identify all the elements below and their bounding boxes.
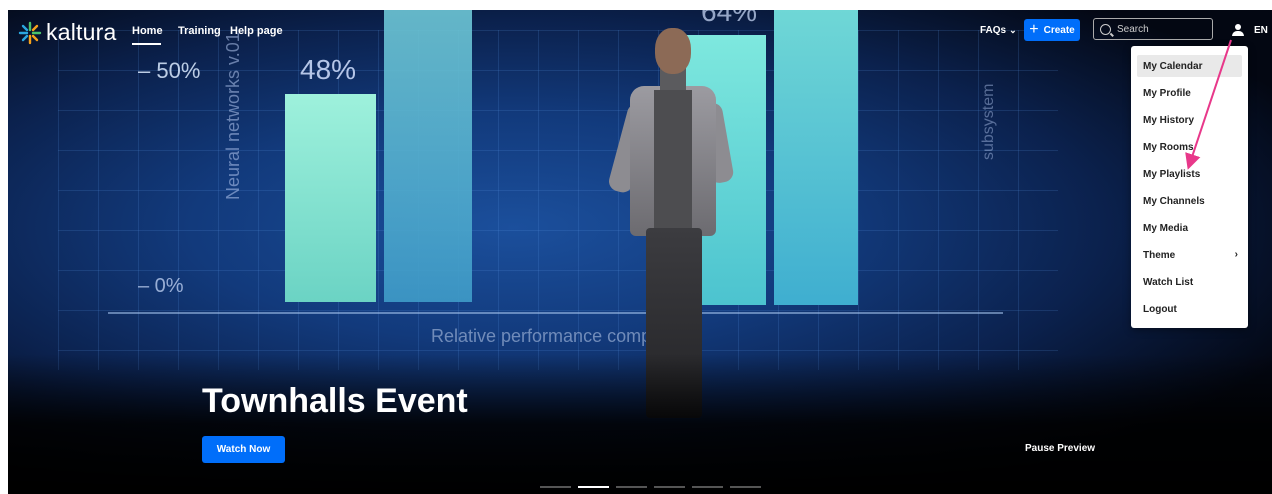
search-placeholder: Search	[1117, 23, 1149, 35]
logo[interactable]: kaltura	[18, 19, 116, 46]
menu-item-my-playlists[interactable]: My Playlists	[1137, 163, 1242, 185]
nav-active-indicator	[132, 43, 161, 45]
hero-title: Townhalls Event	[202, 382, 468, 420]
top-navigation: kaltura Home Training Help page FAQs ⌄ + …	[8, 10, 1272, 54]
chevron-down-icon: ⌄	[1009, 25, 1017, 35]
carousel-dot[interactable]	[692, 486, 723, 488]
carousel-dot[interactable]	[540, 486, 571, 488]
user-icon[interactable]	[1232, 24, 1244, 36]
pause-preview-button[interactable]: Pause Preview	[1025, 443, 1095, 454]
menu-item-my-media[interactable]: My Media	[1137, 217, 1242, 239]
create-label: Create	[1043, 24, 1075, 36]
backdrop-text: Neural networks v.01	[223, 32, 243, 200]
faqs-dropdown[interactable]: FAQs ⌄	[980, 25, 1017, 36]
menu-item-my-profile[interactable]: My Profile	[1137, 82, 1242, 104]
backdrop-text: – 50%	[138, 58, 201, 83]
menu-item-theme[interactable]: Theme ›	[1137, 244, 1242, 266]
nav-home[interactable]: Home	[132, 25, 163, 37]
menu-item-label: Theme	[1143, 249, 1176, 261]
backdrop-text: – 0%	[138, 275, 184, 297]
chevron-right-icon: ›	[1234, 249, 1238, 260]
logo-text: kaltura	[46, 19, 117, 45]
language-selector[interactable]: EN	[1254, 25, 1268, 36]
user-menu: My Calendar My Profile My History My Roo…	[1131, 46, 1248, 328]
kaltura-logo-icon	[18, 21, 42, 44]
search-input[interactable]: Search	[1093, 18, 1213, 40]
backdrop-text: subsystem	[980, 83, 997, 160]
plus-icon: +	[1029, 21, 1039, 38]
menu-item-my-history[interactable]: My History	[1137, 109, 1242, 131]
create-button[interactable]: + Create	[1024, 19, 1080, 41]
nav-help-page[interactable]: Help page	[230, 25, 283, 37]
carousel-dot[interactable]	[654, 486, 685, 488]
carousel-dot[interactable]	[730, 486, 761, 488]
backdrop-bar	[774, 10, 858, 305]
watch-now-button[interactable]: Watch Now	[202, 436, 285, 463]
search-icon	[1100, 23, 1111, 35]
carousel-dot[interactable]	[578, 486, 609, 488]
menu-item-my-calendar[interactable]: My Calendar	[1137, 55, 1242, 77]
nav-training[interactable]: Training	[178, 25, 221, 37]
faqs-label: FAQs	[980, 25, 1007, 36]
backdrop-baseline	[108, 312, 1003, 314]
menu-item-my-rooms[interactable]: My Rooms	[1137, 136, 1242, 158]
menu-item-my-channels[interactable]: My Channels	[1137, 190, 1242, 212]
app-frame: – 50% 48% 64% – 0% Neural networks v.01 …	[8, 10, 1272, 494]
menu-item-logout[interactable]: Logout	[1137, 298, 1242, 320]
menu-item-watch-list[interactable]: Watch List	[1137, 271, 1242, 293]
carousel-indicators	[540, 486, 761, 488]
backdrop-bar	[285, 94, 376, 302]
hero-shade	[8, 354, 1272, 494]
carousel-dot[interactable]	[616, 486, 647, 488]
backdrop-text: 48%	[300, 54, 357, 85]
